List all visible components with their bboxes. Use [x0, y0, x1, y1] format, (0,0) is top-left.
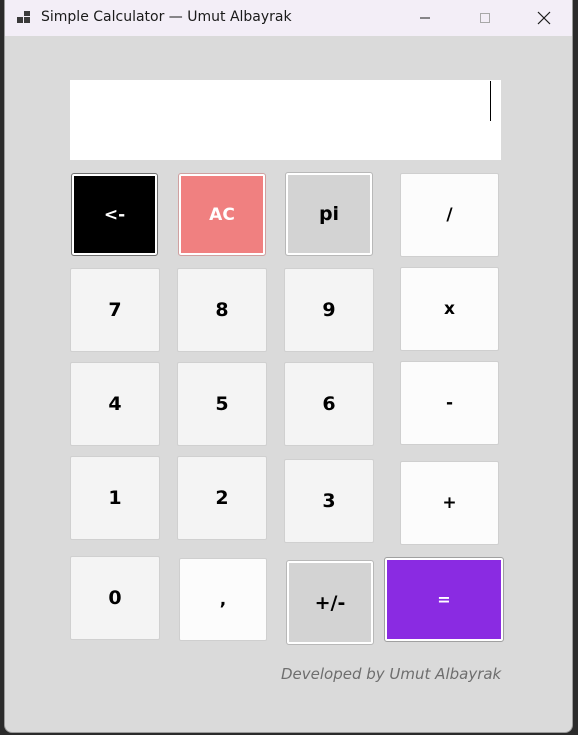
close-button[interactable] — [521, 0, 567, 36]
digit-2-button[interactable]: 2 — [177, 456, 267, 540]
minimize-icon — [420, 17, 430, 19]
digit-6-button[interactable]: 6 — [284, 362, 374, 446]
digit-3-button[interactable]: 3 — [284, 459, 374, 543]
calculator-window: Simple Calculator — Umut Albayrak <- AC … — [4, 0, 573, 733]
maximize-icon — [480, 13, 490, 23]
digit-8-button[interactable]: 8 — [177, 268, 267, 352]
minimize-button[interactable] — [402, 0, 448, 36]
multiply-button[interactable]: x — [400, 267, 499, 351]
equals-button[interactable]: = — [384, 557, 504, 642]
digit-5-button[interactable]: 5 — [177, 362, 267, 446]
close-icon — [537, 11, 551, 25]
digit-7-button[interactable]: 7 — [70, 268, 160, 352]
text-caret — [490, 81, 491, 121]
display-field[interactable] — [70, 80, 501, 160]
digit-4-button[interactable]: 4 — [70, 362, 160, 446]
add-button[interactable]: + — [400, 461, 499, 545]
maximize-button[interactable] — [462, 0, 508, 36]
negate-button[interactable]: +/- — [286, 560, 374, 645]
title-bar[interactable]: Simple Calculator — Umut Albayrak — [5, 0, 572, 36]
developer-credit: Developed by Umut Albayrak — [281, 665, 502, 683]
comma-button[interactable]: , — [179, 558, 267, 641]
subtract-button[interactable]: - — [400, 361, 499, 445]
digit-9-button[interactable]: 9 — [284, 268, 374, 352]
digit-1-button[interactable]: 1 — [70, 456, 160, 540]
window-title: Simple Calculator — Umut Albayrak — [41, 9, 292, 25]
divide-button[interactable]: / — [400, 173, 499, 257]
pi-button[interactable]: pi — [285, 172, 373, 256]
app-icon — [17, 11, 33, 25]
digit-0-button[interactable]: 0 — [70, 556, 160, 640]
clear-button[interactable]: AC — [178, 173, 266, 256]
backspace-button[interactable]: <- — [71, 173, 158, 256]
